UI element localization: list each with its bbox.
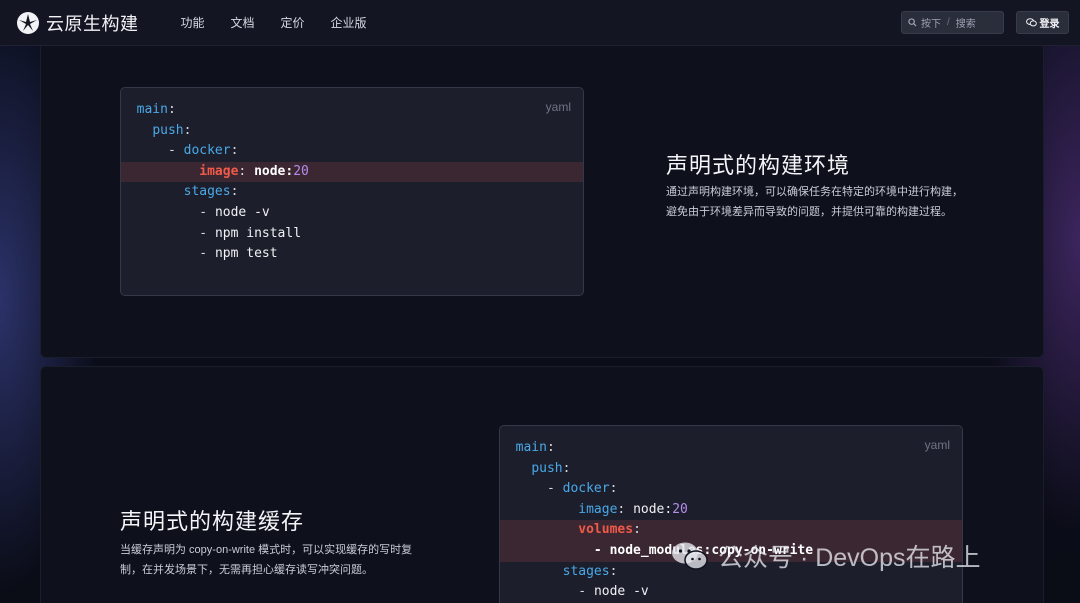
search-shortcut-key: /	[947, 17, 950, 28]
nav-link-enterprise[interactable]: 企业版	[331, 14, 367, 31]
watermark-text: 公众号 · DevOps在路上	[718, 544, 981, 572]
search-suffix: 搜索	[955, 19, 976, 30]
code-line: - npm install	[199, 225, 302, 241]
login-label: 登录	[1039, 19, 1060, 30]
search-prefix: 按下	[921, 19, 941, 30]
code-line: push:	[531, 460, 571, 476]
wechat-icon	[672, 542, 708, 570]
feature-title-build-env: 声明式的构建环境	[666, 153, 851, 178]
watermark: 公众号 · DevOps在路上	[670, 538, 981, 574]
code-block-build-cache: yaml main: push: - docker: image: node:2…	[499, 425, 963, 603]
login-icon	[1025, 18, 1037, 27]
code-line: main:	[136, 102, 176, 117]
brand[interactable]: 云原生构建	[16, 10, 139, 36]
top-navigation: 云原生构建 功能 文档 定价 企业版 按下 / 搜索 登录	[0, 0, 1080, 46]
code-line: - docker:	[546, 481, 618, 497]
code-line: - node -v	[578, 584, 649, 600]
feature-desc-build-env: 通过声明构建环境，可以确保任务在特定的环境中进行构建，避免由于环境差异而导致的问…	[666, 186, 963, 218]
code-line: stages:	[183, 184, 239, 200]
brand-logo-icon	[17, 11, 39, 34]
code-line: push:	[152, 122, 192, 138]
code-line: - npm test	[199, 246, 278, 262]
code-block-build-env: yaml main: push: - docker: image: node:2…	[120, 87, 584, 296]
code-line: main:	[515, 440, 555, 455]
nav-link-features[interactable]: 功能	[181, 14, 205, 31]
nav-links: 功能 文档 定价 企业版	[181, 14, 393, 31]
feature-title-build-cache: 声明式的构建缓存	[120, 509, 305, 534]
search-icon	[908, 18, 917, 27]
code-line: - docker:	[167, 143, 239, 159]
code-line: - node -v	[199, 204, 270, 220]
search-button[interactable]: 按下 / 搜索	[901, 11, 1004, 34]
nav-link-pricing[interactable]: 定价	[281, 14, 305, 31]
feature-desc-build-cache: 当缓存声明为 copy-on-write 模式时，可以实现缓存的写时复制，在并发…	[120, 544, 413, 576]
code-line: image: node:20	[578, 501, 688, 517]
login-button[interactable]: 登录	[1016, 11, 1069, 34]
nav-link-docs[interactable]: 文档	[231, 14, 255, 31]
code-line-highlighted: image: node:20	[121, 161, 583, 183]
brand-name: 云原生构建	[46, 13, 139, 34]
